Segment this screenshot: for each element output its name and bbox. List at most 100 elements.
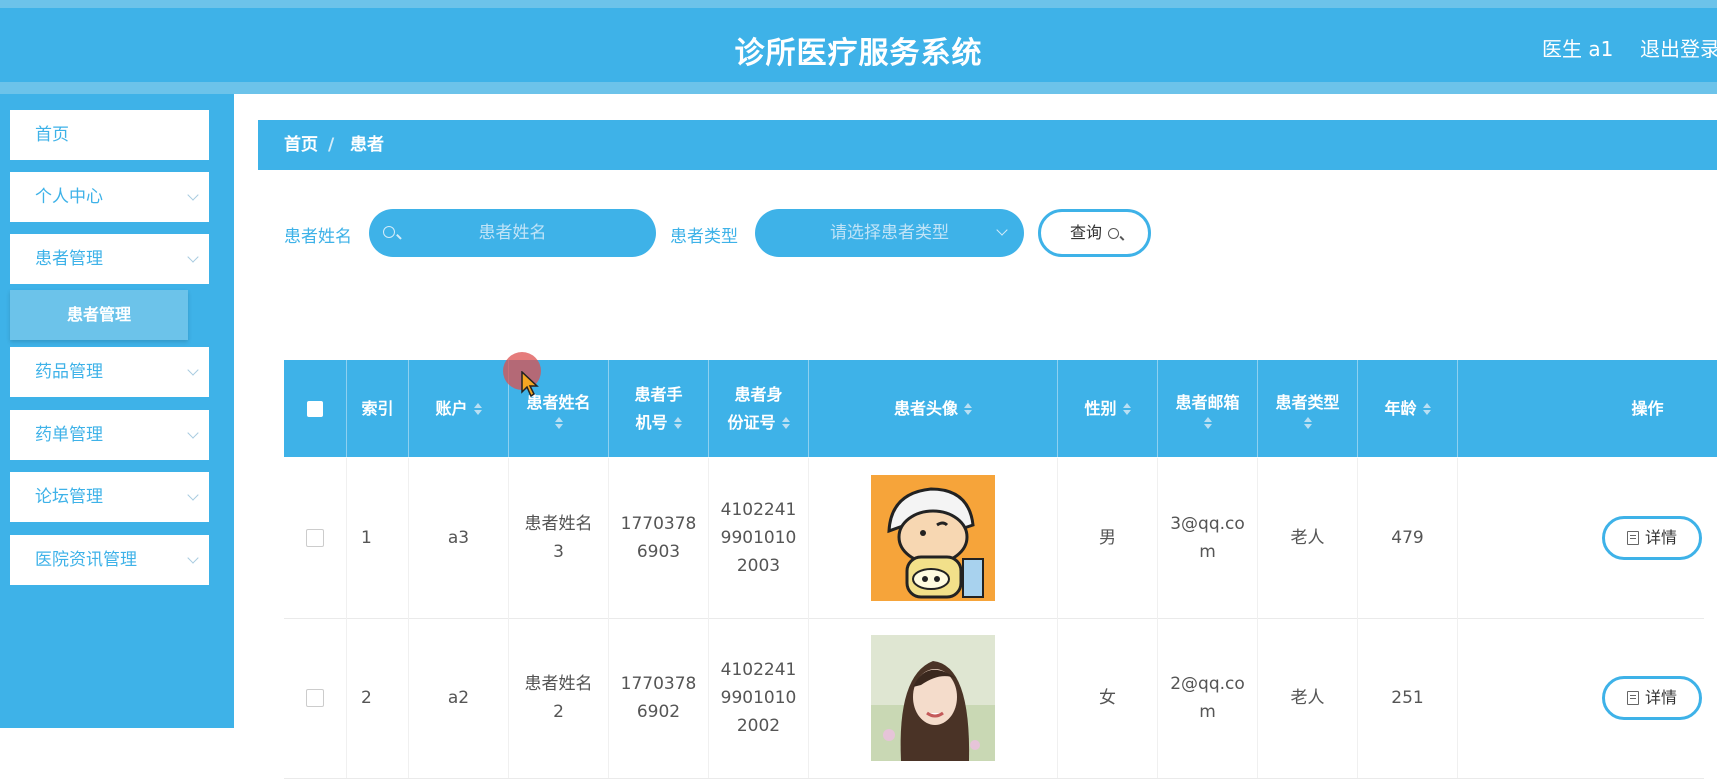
row-checkbox-cell [284,458,347,618]
detail-button[interactable]: 详情 [1602,676,1702,720]
cell-age: 251 [1358,618,1458,778]
patient-name-placeholder: 患者姓名 [478,223,547,243]
cell-gender: 女 [1058,618,1158,778]
sort-icon[interactable] [473,402,482,415]
column-header-label: 操作 [1631,398,1664,418]
sidebar-item-label: 患者管理 [35,249,103,269]
sidebar-item-label: 论坛管理 [35,487,103,507]
sidebar-item-medicine-management[interactable]: 药品管理 [10,347,209,397]
cell-id-number: 410224199010102002 [709,618,809,778]
sidebar-item-label: 首页 [35,125,69,145]
column-header-email[interactable]: 患者邮箱 [1158,360,1258,457]
column-header-index: 索引 [347,360,409,457]
table-header: 索引 账户 患者姓名 患者手机号 患者身份证号 患者头像 性别 患者邮箱 患者类… [284,360,1717,457]
cell-index: 1 [347,458,409,618]
detail-button[interactable]: 详情 [1602,516,1702,560]
chevron-down-icon [187,427,199,439]
cell-email: 2@qq.com [1158,618,1258,778]
cell-email: 3@qq.com [1158,458,1258,618]
select-all-cell [284,360,347,457]
column-header-phone[interactable]: 患者手机号 [609,360,709,457]
query-button-label: 查询 [1069,223,1102,242]
column-header-label: 患者类型 [1275,392,1340,412]
sort-icon[interactable] [554,416,563,429]
query-button[interactable]: 查询 [1038,209,1151,257]
mouse-cursor-icon [521,371,539,397]
cell-avatar [809,458,1058,618]
column-header-account[interactable]: 账户 [409,360,509,457]
cell-gender: 男 [1058,458,1158,618]
breadcrumb-separator: / [328,135,335,155]
sort-icon[interactable] [1122,402,1131,415]
sidebar-item-home[interactable]: 首页 [10,110,209,160]
current-user: 医生 a1 [1542,37,1614,61]
logout-link[interactable]: 退出登录 [1640,33,1717,62]
column-header-label: 患者邮箱 [1175,392,1240,412]
column-header-label: 性别 [1084,398,1117,418]
column-header-avatar[interactable]: 患者头像 [809,360,1058,457]
sort-icon[interactable] [1422,402,1431,415]
patient-avatar-image [871,635,995,761]
cell-phone: 17703786903 [609,458,709,618]
column-header-label: 年龄 [1384,398,1417,418]
table-row: 1 a3 患者姓名3 17703786903 41022419901010200… [284,458,1704,619]
cell-type: 老人 [1258,458,1358,618]
patient-type-placeholder: 请选择患者类型 [830,223,949,243]
search-icon [383,226,395,238]
cell-type: 老人 [1258,618,1358,778]
chevron-down-icon [187,251,199,263]
sidebar-item-label: 药品管理 [35,362,103,382]
sidebar-item-label: 药单管理 [35,425,103,445]
patient-type-label: 患者类型 [670,227,738,247]
sidebar-item-label: 医院资讯管理 [35,550,137,570]
sort-icon[interactable] [673,417,682,429]
cell-index: 2 [347,618,409,778]
column-header-gender[interactable]: 性别 [1058,360,1158,457]
patient-name-input[interactable]: 患者姓名 [369,209,656,257]
column-header-id-number[interactable]: 患者身份证号 [709,360,809,457]
column-header-actions: 操作 [1458,360,1717,457]
chevron-down-icon [187,364,199,376]
chevron-down-icon [996,224,1008,236]
cell-account: a3 [409,458,509,618]
column-header-label: 账户 [435,398,468,418]
row-checkbox[interactable] [306,529,324,547]
sidebar-item-hospital-news-management[interactable]: 医院资讯管理 [10,535,209,585]
detail-button-label: 详情 [1644,528,1677,547]
column-header-type[interactable]: 患者类型 [1258,360,1358,457]
breadcrumb-home[interactable]: 首页 [284,120,318,170]
column-header-label: 患者头像 [893,398,958,418]
cell-actions: 详情 [1458,458,1704,618]
patient-type-select[interactable]: 请选择患者类型 [755,209,1024,257]
column-header-age[interactable]: 年龄 [1358,360,1458,457]
sidebar: 首页 个人中心 患者管理 患者管理 药品管理 药单管理 论坛管理 医院资讯管理 [0,94,234,728]
sidebar-item-forum-management[interactable]: 论坛管理 [10,472,209,522]
document-icon [1626,691,1639,705]
submenu-item-patient-management[interactable]: 患者管理 [10,290,188,340]
search-icon [1108,228,1119,239]
chevron-down-icon [187,489,199,501]
cell-name: 患者姓名2 [509,618,609,778]
sidebar-item-prescription-management[interactable]: 药单管理 [10,410,209,460]
top-strip [0,0,1717,8]
cell-account: a2 [409,618,509,778]
patient-name-label: 患者姓名 [284,227,352,247]
sort-icon[interactable] [1303,416,1312,429]
sort-icon[interactable] [964,402,972,415]
cell-id-number: 410224199010102003 [709,458,809,618]
sort-icon[interactable] [1203,416,1212,429]
sidebar-item-patient-management[interactable]: 患者管理 [10,234,209,284]
row-checkbox[interactable] [306,689,324,707]
sidebar-item-personal-center[interactable]: 个人中心 [10,172,209,222]
chevron-down-icon [187,552,199,564]
breadcrumb-current: 患者 [350,135,384,155]
sort-icon[interactable] [781,417,790,429]
sidebar-item-label: 个人中心 [35,187,103,207]
select-all-checkbox[interactable] [307,400,323,417]
row-checkbox-cell [284,618,347,778]
detail-button-label: 详情 [1644,688,1677,707]
cell-age: 479 [1358,458,1458,618]
app-header: 诊所医疗服务系统 医生 a1 退出登录 [0,8,1717,82]
chevron-down-icon [187,189,199,201]
header-bar [0,82,1717,94]
